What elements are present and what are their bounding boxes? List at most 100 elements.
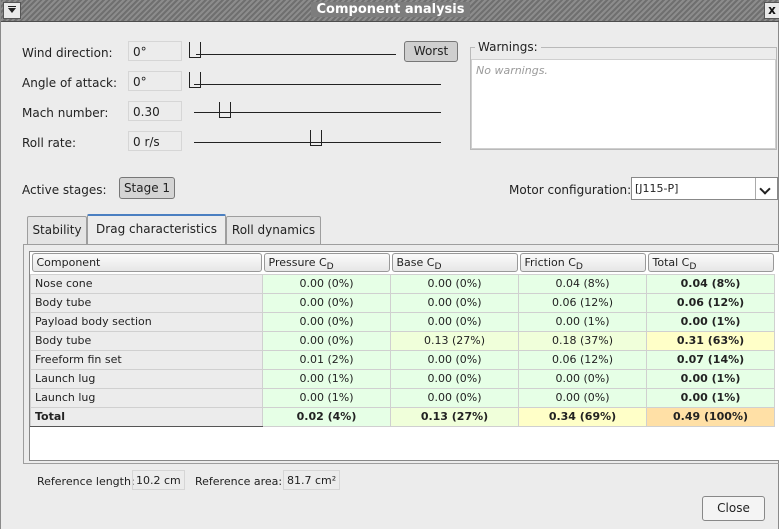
total-cell: 0.49 (100%) bbox=[646, 406, 775, 427]
drag-coefficient-subscript: D bbox=[689, 261, 697, 273]
angle-of-attack-value[interactable]: 0° bbox=[128, 71, 182, 91]
component-cell: Nose cone bbox=[30, 273, 263, 294]
roll-rate-value[interactable]: 0 r/s bbox=[128, 131, 182, 151]
angle-of-attack-knob[interactable] bbox=[189, 72, 201, 88]
pressure-cell: 0.00 (0%) bbox=[262, 292, 391, 313]
column-header-pressure[interactable]: Pressure CD bbox=[263, 253, 390, 273]
pressure-cell: 0.02 (4%) bbox=[262, 406, 391, 427]
base-cell: 0.00 (0%) bbox=[390, 311, 519, 332]
title-bar[interactable]: Component analysis x bbox=[1, 0, 779, 22]
component-cell: Freeform fin set bbox=[30, 349, 263, 370]
table-row[interactable]: Body tube 0.00 (0%) 0.00 (0%) 0.06 (12%)… bbox=[30, 292, 775, 313]
mach-number-knob[interactable] bbox=[219, 102, 231, 118]
friction-cell: 0.00 (1%) bbox=[518, 311, 647, 332]
drag-coefficient-subscript: D bbox=[326, 261, 334, 273]
component-cell: Total bbox=[30, 406, 263, 427]
column-header-base[interactable]: Base CD bbox=[391, 253, 518, 273]
table-row[interactable]: Launch lug 0.00 (1%) 0.00 (0%) 0.00 (0%)… bbox=[30, 368, 775, 389]
column-header-total[interactable]: Total CD bbox=[647, 253, 774, 273]
pressure-cell: 0.00 (0%) bbox=[262, 330, 391, 351]
pressure-cell: 0.00 (1%) bbox=[262, 387, 391, 408]
base-cell: 0.00 (0%) bbox=[390, 349, 519, 370]
column-header-pressure-text: Pressure C bbox=[268, 256, 327, 270]
column-header-friction-text: Friction C bbox=[524, 256, 576, 270]
pressure-cell: 0.00 (0%) bbox=[262, 311, 391, 332]
total-cell: 0.00 (1%) bbox=[646, 311, 775, 332]
wind-direction-track bbox=[196, 54, 396, 55]
active-stages-label: Active stages: bbox=[22, 183, 107, 197]
total-cell: 0.06 (12%) bbox=[646, 292, 775, 313]
window-close-icon[interactable]: x bbox=[764, 2, 779, 19]
table-row[interactable]: Body tube 0.00 (0%) 0.13 (27%) 0.18 (37%… bbox=[30, 330, 775, 351]
stage-1-toggle[interactable]: Stage 1 bbox=[119, 177, 175, 199]
roll-rate-label: Roll rate: bbox=[22, 136, 77, 150]
column-header-base-text: Base C bbox=[396, 256, 435, 270]
column-header-component[interactable]: Component bbox=[31, 253, 262, 273]
base-cell: 0.13 (27%) bbox=[390, 406, 519, 427]
table-total-row[interactable]: Total 0.02 (4%) 0.13 (27%) 0.34 (69%) 0.… bbox=[30, 406, 775, 427]
column-header-total-text: Total C bbox=[652, 256, 690, 270]
total-cell: 0.00 (1%) bbox=[646, 387, 775, 408]
base-cell: 0.00 (0%) bbox=[390, 368, 519, 389]
roll-rate-knob[interactable] bbox=[310, 130, 322, 146]
motor-configuration-label: Motor configuration: bbox=[509, 183, 632, 197]
friction-cell: 0.18 (37%) bbox=[518, 330, 647, 351]
base-cell: 0.00 (0%) bbox=[390, 292, 519, 313]
warnings-legend: Warnings: bbox=[475, 40, 541, 54]
table-row[interactable]: Payload body section 0.00 (0%) 0.00 (0%)… bbox=[30, 311, 775, 332]
friction-cell: 0.04 (8%) bbox=[518, 273, 647, 294]
total-cell: 0.04 (8%) bbox=[646, 273, 775, 294]
drag-table-container[interactable]: Component Pressure CD Base CD Friction C… bbox=[29, 251, 779, 461]
component-cell: Payload body section bbox=[30, 311, 263, 332]
close-button[interactable]: Close bbox=[702, 496, 765, 521]
friction-cell: 0.34 (69%) bbox=[518, 406, 647, 427]
reference-length-label: Reference length: bbox=[37, 475, 135, 488]
total-cell: 0.31 (63%) bbox=[646, 330, 775, 351]
total-cell: 0.00 (1%) bbox=[646, 368, 775, 389]
component-cell: Body tube bbox=[30, 330, 263, 351]
pressure-cell: 0.01 (2%) bbox=[262, 349, 391, 370]
warnings-text-area[interactable]: No warnings. bbox=[471, 59, 776, 149]
drag-coefficient-subscript: D bbox=[575, 261, 583, 273]
base-cell: 0.13 (27%) bbox=[390, 330, 519, 351]
chevron-down-icon[interactable] bbox=[755, 178, 775, 199]
table-header-row: Component Pressure CD Base CD Friction C… bbox=[30, 252, 775, 274]
angle-of-attack-label: Angle of attack: bbox=[22, 76, 118, 90]
reference-length-value: 10.2 cm bbox=[132, 470, 185, 490]
drag-coefficient-subscript: D bbox=[434, 261, 442, 273]
table-row[interactable]: Launch lug 0.00 (1%) 0.00 (0%) 0.00 (0%)… bbox=[30, 387, 775, 408]
friction-cell: 0.06 (12%) bbox=[518, 292, 647, 313]
reference-area-value: 81.7 cm² bbox=[283, 470, 341, 490]
base-cell: 0.00 (0%) bbox=[390, 273, 519, 294]
base-cell: 0.00 (0%) bbox=[390, 387, 519, 408]
wind-direction-knob[interactable] bbox=[189, 42, 201, 58]
column-header-friction[interactable]: Friction CD bbox=[519, 253, 646, 273]
worst-button[interactable]: Worst bbox=[404, 41, 458, 62]
table-row[interactable]: Nose cone 0.00 (0%) 0.00 (0%) 0.04 (8%) … bbox=[30, 273, 775, 294]
mach-number-label: Mach number: bbox=[22, 106, 109, 120]
friction-cell: 0.06 (12%) bbox=[518, 349, 647, 370]
component-cell: Launch lug bbox=[30, 387, 263, 408]
total-cell: 0.07 (14%) bbox=[646, 349, 775, 370]
window-title: Component analysis bbox=[310, 2, 471, 17]
reference-area-label: Reference area: bbox=[195, 475, 283, 488]
component-analysis-dialog: Component analysis x Wind direction: 0° … bbox=[0, 0, 779, 529]
component-cell: Launch lug bbox=[30, 368, 263, 389]
motor-configuration-select[interactable]: [J115-P] bbox=[631, 177, 778, 200]
friction-cell: 0.00 (0%) bbox=[518, 368, 647, 389]
pressure-cell: 0.00 (1%) bbox=[262, 368, 391, 389]
motor-configuration-value: [J115-P] bbox=[635, 182, 679, 195]
friction-cell: 0.00 (0%) bbox=[518, 387, 647, 408]
drag-table: Component Pressure CD Base CD Friction C… bbox=[30, 252, 775, 427]
table-row[interactable]: Freeform fin set 0.01 (2%) 0.00 (0%) 0.0… bbox=[30, 349, 775, 370]
angle-of-attack-track bbox=[194, 84, 441, 85]
mach-number-track bbox=[194, 112, 441, 113]
tab-stability[interactable]: Stability bbox=[27, 216, 87, 244]
pressure-cell: 0.00 (0%) bbox=[262, 273, 391, 294]
mach-number-value[interactable]: 0.30 bbox=[128, 101, 182, 121]
tab-drag-characteristics[interactable]: Drag characteristics bbox=[87, 214, 226, 244]
component-cell: Body tube bbox=[30, 292, 263, 313]
wind-direction-value[interactable]: 0° bbox=[128, 41, 182, 61]
tab-roll-dynamics[interactable]: Roll dynamics bbox=[226, 216, 321, 244]
wind-direction-label: Wind direction: bbox=[22, 46, 113, 60]
